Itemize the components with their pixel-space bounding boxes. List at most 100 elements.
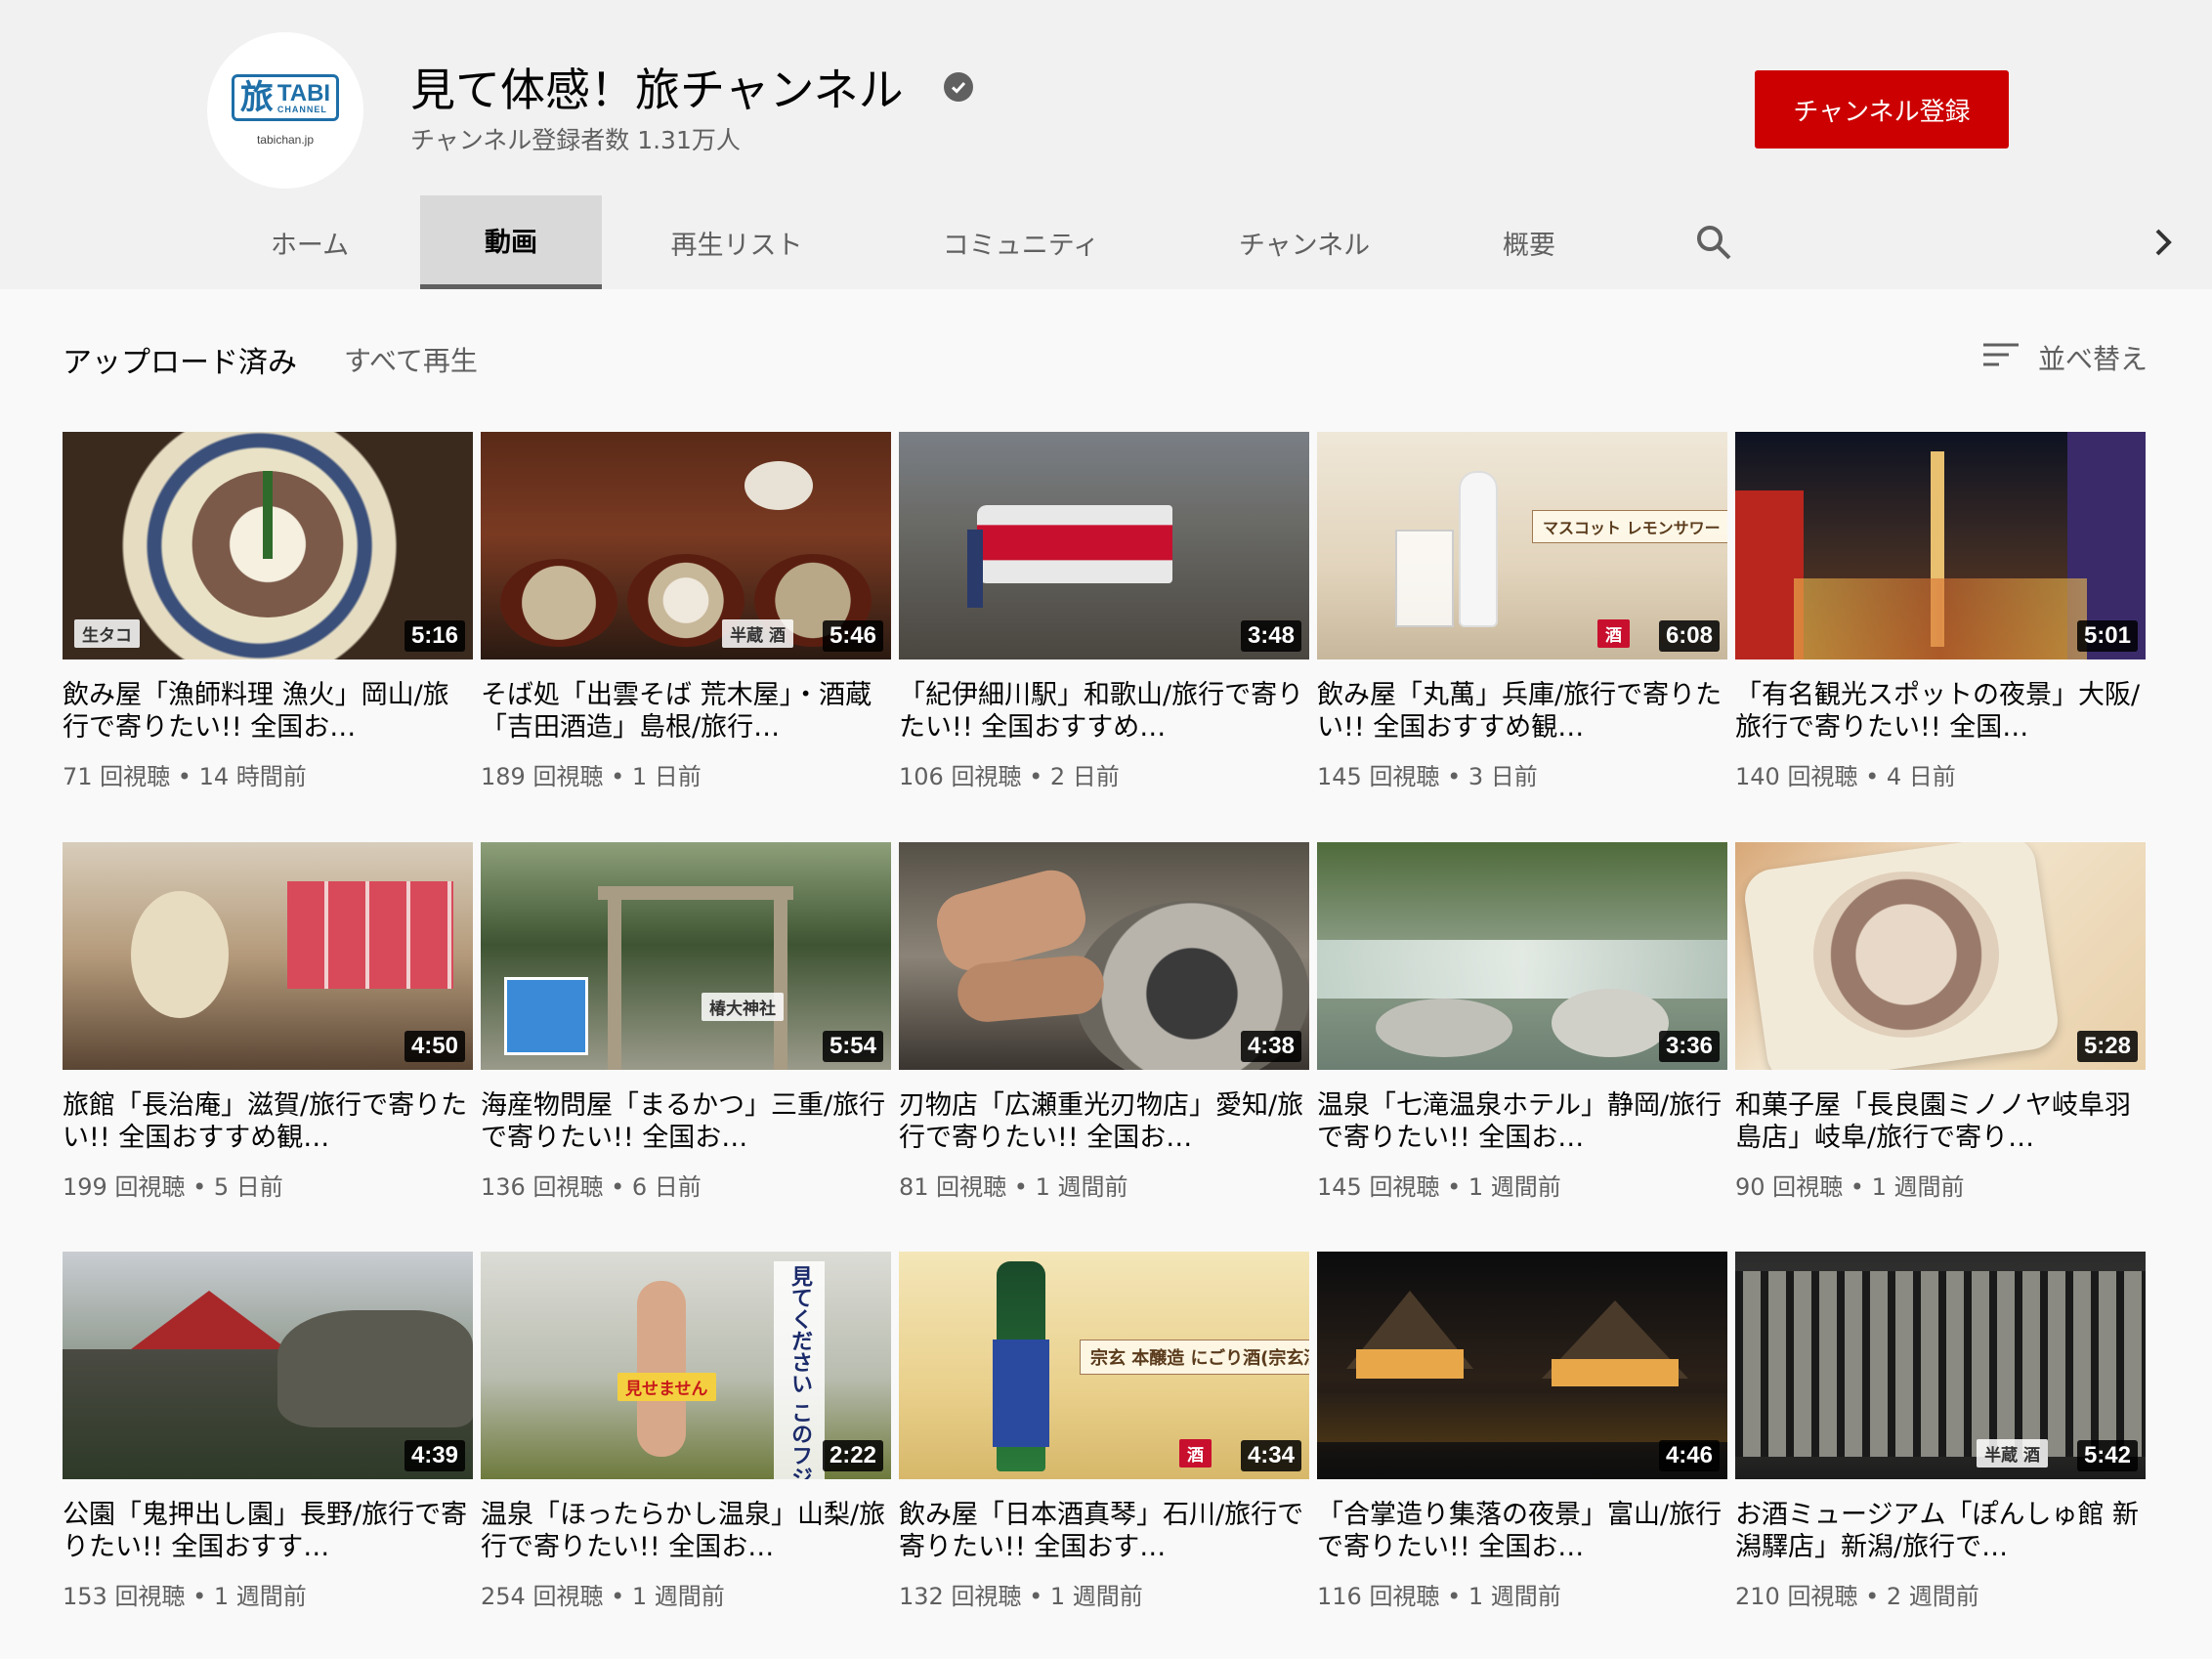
video-card[interactable]: 半蔵 酒 5:42 お酒ミュージアム「ぽんしゅ館 新潟驛店」新潟/旅行で… 21…	[1735, 1252, 2146, 1611]
video-meta: 145 回視聴 • 3 日前	[1317, 763, 1538, 790]
tab-community[interactable]: コミュニティ	[918, 195, 1124, 289]
duration-badge: 4:46	[1658, 1440, 1720, 1471]
duration-badge: 4:50	[404, 1031, 465, 1062]
upload-age: 1 週間前	[1871, 1173, 1965, 1201]
video-title[interactable]: 飲み屋「漁師料理 漁火」岡山/旅行で寄りたい!! 全国お…	[63, 679, 473, 744]
tab-home[interactable]: ホーム	[246, 195, 373, 289]
thumbnail-tag: 半蔵 酒	[722, 619, 793, 648]
video-title[interactable]: 刃物店「広瀬重光刃物店」愛知/旅行で寄りたい!! 全国お…	[899, 1089, 1309, 1154]
view-count: 116 回視聴	[1317, 1583, 1440, 1610]
video-card[interactable]: 半蔵 酒 5:46 そば処「出雲そば 荒木屋」・酒蔵「吉田酒造」島根/旅行… 1…	[481, 432, 891, 791]
search-icon[interactable]	[1694, 223, 1733, 262]
video-thumbnail[interactable]: 宗玄 本醸造 にごり酒(宗玄酒造) 酒 4:34	[899, 1252, 1309, 1479]
video-card[interactable]: 椿大神社 5:54 海産物問屋「まるかつ」三重/旅行で寄りたい!! 全国お… 1…	[481, 842, 891, 1202]
thumbnail-caption: 宗玄 本醸造 にごり酒(宗玄酒造)	[1080, 1340, 1309, 1375]
video-title[interactable]: 公園「鬼押出し園」長野/旅行で寄りたい!! 全国おすす…	[63, 1499, 473, 1563]
video-card[interactable]: 4:39 公園「鬼押出し園」長野/旅行で寄りたい!! 全国おすす… 153 回視…	[63, 1252, 473, 1611]
logo-words: TABI CHANNEL	[276, 81, 330, 114]
video-title[interactable]: そば処「出雲そば 荒木屋」・酒蔵「吉田酒造」島根/旅行…	[481, 679, 891, 744]
upload-age: 3 日前	[1468, 763, 1538, 790]
video-thumbnail[interactable]: 半蔵 酒 5:46	[481, 432, 891, 659]
upload-age: 2 日前	[1049, 763, 1120, 790]
video-title[interactable]: 飲み屋「日本酒真琴」石川/旅行で寄りたい!! 全国おす…	[899, 1499, 1309, 1563]
section-title: アップロード済み	[63, 346, 297, 380]
duration-badge: 5:46	[822, 620, 883, 652]
subscribe-button[interactable]: チャンネル登録	[1755, 70, 2009, 149]
video-thumbnail[interactable]: 生タコ 5:16	[63, 432, 473, 659]
video-title[interactable]: 和菓子屋「長良園ミノノヤ岐阜羽島店」岐阜/旅行で寄り…	[1735, 1089, 2146, 1154]
video-meta: 254 回視聴 • 1 週間前	[481, 1583, 725, 1610]
tab-channels[interactable]: チャンネル	[1221, 195, 1387, 289]
video-title[interactable]: お酒ミュージアム「ぽんしゅ館 新潟驛店」新潟/旅行で…	[1735, 1499, 2146, 1563]
video-title[interactable]: 「有名観光スポットの夜景」大阪/旅行で寄りたい!! 全国…	[1735, 679, 2146, 744]
sort-label: 並べ替え	[2038, 343, 2148, 375]
duration-badge: 5:01	[2076, 620, 2138, 652]
view-count: 81 回視聴	[899, 1173, 1007, 1201]
duration-badge: 5:54	[822, 1031, 883, 1062]
video-card[interactable]: 4:38 刃物店「広瀬重光刃物店」愛知/旅行で寄りたい!! 全国お… 81 回視…	[899, 842, 1309, 1202]
tab-videos[interactable]: 動画	[420, 195, 602, 289]
view-count: 199 回視聴	[63, 1173, 186, 1201]
video-title[interactable]: 「合掌造り集落の夜景」富山/旅行で寄りたい!! 全国お…	[1317, 1499, 1727, 1563]
video-thumbnail[interactable]: 4:38	[899, 842, 1309, 1070]
video-title[interactable]: 「紀伊細川駅」和歌山/旅行で寄りたい!! 全国おすすめ…	[899, 679, 1309, 744]
view-count: 145 回視聴	[1317, 763, 1440, 790]
video-card[interactable]: 4:50 旅館「長治庵」滋賀/旅行で寄りたい!! 全国おすすめ観… 199 回視…	[63, 842, 473, 1202]
video-title[interactable]: 飲み屋「丸萬」兵庫/旅行で寄りたい!! 全国おすすめ観…	[1317, 679, 1727, 744]
video-card[interactable]: 生タコ 5:16 飲み屋「漁師料理 漁火」岡山/旅行で寄りたい!! 全国お… 7…	[63, 432, 473, 791]
video-thumbnail[interactable]: 見せません 見てください このフジツボ 2:22	[481, 1252, 891, 1479]
tab-about[interactable]: 概要	[1485, 195, 1573, 289]
video-card[interactable]: マスコット レモンサワー（兵庫鉱泉所） 酒 6:08 飲み屋「丸萬」兵庫/旅行で…	[1317, 432, 1727, 791]
video-card[interactable]: 5:28 和菓子屋「長良園ミノノヤ岐阜羽島店」岐阜/旅行で寄り… 90 回視聴 …	[1735, 842, 2146, 1202]
duration-badge: 4:39	[404, 1440, 465, 1471]
video-card[interactable]: 宗玄 本醸造 にごり酒(宗玄酒造) 酒 4:34 飲み屋「日本酒真琴」石川/旅行…	[899, 1252, 1309, 1611]
video-title[interactable]: 旅館「長治庵」滋賀/旅行で寄りたい!! 全国おすすめ観…	[63, 1089, 473, 1154]
chevron-right-icon[interactable]	[2149, 227, 2177, 258]
duration-badge: 2:22	[822, 1440, 883, 1471]
video-meta: 71 回視聴 • 14 時間前	[63, 763, 307, 790]
view-count: 132 回視聴	[899, 1583, 1022, 1610]
video-thumbnail[interactable]: 4:50	[63, 842, 473, 1070]
upload-age: 14 時間前	[198, 763, 307, 790]
video-thumbnail[interactable]: 5:28	[1735, 842, 2146, 1070]
upload-age: 2 週間前	[1886, 1583, 1979, 1610]
video-thumbnail[interactable]: 半蔵 酒 5:42	[1735, 1252, 2146, 1479]
video-title[interactable]: 温泉「七滝温泉ホテル」静岡/旅行で寄りたい!! 全国お…	[1317, 1089, 1727, 1154]
upload-age: 1 週間前	[1049, 1583, 1143, 1610]
upload-age: 1 週間前	[1468, 1583, 1561, 1610]
view-count: 145 回視聴	[1317, 1173, 1440, 1201]
duration-badge: 5:28	[2076, 1031, 2138, 1062]
video-card[interactable]: 5:01 「有名観光スポットの夜景」大阪/旅行で寄りたい!! 全国… 140 回…	[1735, 432, 2146, 791]
channel-name: 見て体感！旅チャンネル	[410, 64, 904, 116]
video-thumbnail[interactable]: 椿大神社 5:54	[481, 842, 891, 1070]
video-card[interactable]: 見せません 見てください このフジツボ 2:22 温泉「ほったらかし温泉」山梨/…	[481, 1252, 891, 1611]
upload-age: 1 週間前	[1468, 1173, 1561, 1201]
tabi-channel-logo: 旅 TABI CHANNEL	[231, 74, 340, 121]
logo-sub: CHANNEL	[276, 104, 327, 114]
thumbnail-tag: 酒	[1597, 619, 1630, 648]
tab-playlists[interactable]: 再生リスト	[649, 195, 825, 289]
play-all-link[interactable]: すべて再生	[344, 340, 478, 379]
video-thumbnail[interactable]: 3:48	[899, 432, 1309, 659]
channel-avatar[interactable]: 旅 TABI CHANNEL tabichan.jp	[207, 32, 363, 189]
video-thumbnail[interactable]: 4:46	[1317, 1252, 1727, 1479]
video-thumbnail[interactable]: マスコット レモンサワー（兵庫鉱泉所） 酒 6:08	[1317, 432, 1727, 659]
thumbnail-tag: 半蔵 酒	[1977, 1439, 2048, 1468]
video-title[interactable]: 温泉「ほったらかし温泉」山梨/旅行で寄りたい!! 全国お…	[481, 1499, 891, 1563]
thumbnail-tag: 見せません	[617, 1373, 716, 1401]
video-meta: 106 回視聴 • 2 日前	[899, 763, 1120, 790]
video-thumbnail[interactable]: 4:39	[63, 1252, 473, 1479]
video-card[interactable]: 3:48 「紀伊細川駅」和歌山/旅行で寄りたい!! 全国おすすめ… 106 回視…	[899, 432, 1309, 791]
view-count: 90 回視聴	[1735, 1173, 1844, 1201]
thumbnail-tag: 椿大神社	[702, 993, 784, 1021]
video-meta: 132 回視聴 • 1 週間前	[899, 1583, 1143, 1610]
thumbnail-caption: 見てください このフジツボ	[774, 1261, 825, 1479]
video-title[interactable]: 海産物問屋「まるかつ」三重/旅行で寄りたい!! 全国お…	[481, 1089, 891, 1154]
video-thumbnail[interactable]: 3:36	[1317, 842, 1727, 1070]
video-card[interactable]: 3:36 温泉「七滝温泉ホテル」静岡/旅行で寄りたい!! 全国お… 145 回視…	[1317, 842, 1727, 1202]
sort-button[interactable]: 並べ替え	[1983, 338, 2148, 377]
video-meta: 210 回視聴 • 2 週間前	[1735, 1583, 1979, 1610]
video-card[interactable]: 4:46 「合掌造り集落の夜景」富山/旅行で寄りたい!! 全国お… 116 回視…	[1317, 1252, 1727, 1611]
video-thumbnail[interactable]: 5:01	[1735, 432, 2146, 659]
view-count: 140 回視聴	[1735, 763, 1858, 790]
